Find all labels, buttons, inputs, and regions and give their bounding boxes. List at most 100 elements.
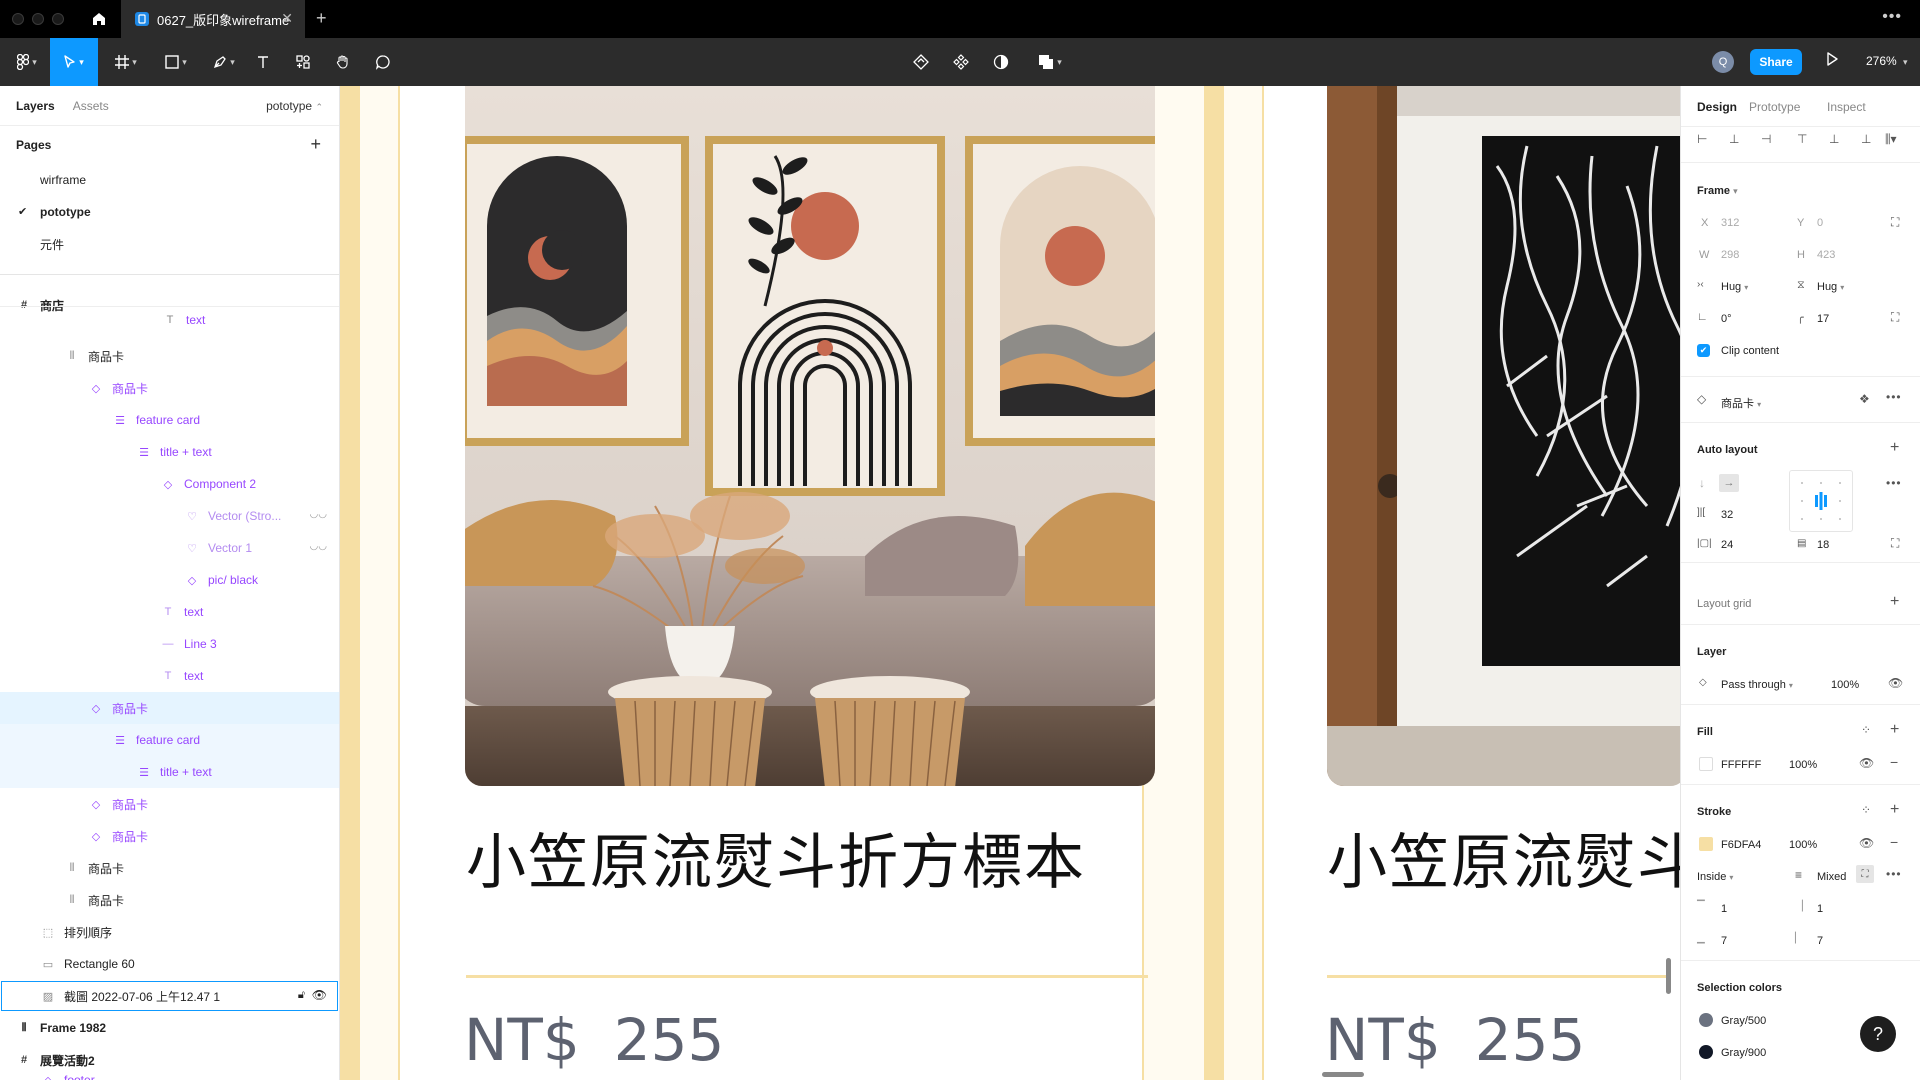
item-spacing-input[interactable]: 32 [1721, 509, 1733, 521]
x-input[interactable]: 312 [1721, 217, 1739, 229]
layer-row[interactable]: ⦀ 商品卡 [0, 852, 339, 884]
layer-row[interactable]: ☰ feature card [0, 404, 339, 436]
more-options-icon[interactable]: ••• [1886, 390, 1902, 404]
product-title[interactable]: 小笠原流熨斗折方標本 [466, 814, 1086, 901]
shape-tool-button[interactable]: ▾ [156, 38, 196, 86]
layer-row[interactable]: ◇ 商品卡 [0, 820, 339, 852]
align-horizontal-center-icon[interactable]: ⊥ [1729, 132, 1739, 146]
eye-icon[interactable]: 👁︎ [312, 988, 327, 1002]
comment-tool-button[interactable] [370, 38, 396, 86]
layer-row[interactable]: ⦀ Frame 1982 [0, 1012, 339, 1044]
zoom-dropdown[interactable]: 276% ▾ [1866, 54, 1908, 68]
help-button[interactable]: ? [1860, 1016, 1896, 1052]
layer-row[interactable]: ☰ feature card [0, 724, 339, 756]
close-window-button[interactable] [12, 13, 24, 25]
product-title[interactable]: 小笠原流熨斗 [1327, 814, 1680, 901]
align-top-icon[interactable]: ⊤ [1797, 132, 1807, 146]
share-button[interactable]: Share [1750, 49, 1802, 75]
individual-strokes-icon[interactable]: ⛶ [1856, 865, 1874, 883]
stroke-bottom-input[interactable]: 7 [1721, 935, 1727, 947]
stroke-hex-input[interactable]: F6DFA4 [1721, 839, 1761, 851]
horizontal-scrollbar[interactable] [1322, 1072, 1364, 1077]
remove-fill-icon[interactable]: − [1890, 754, 1898, 770]
stroke-position-dropdown[interactable]: Inside ▾ [1697, 871, 1733, 883]
layer-row[interactable]: ♡ Vector (Stro... ◡◡ [0, 500, 339, 532]
add-page-icon[interactable]: + [310, 134, 321, 155]
component-dropdown[interactable]: 商品卡 ▾ [1721, 395, 1761, 411]
remove-stroke-icon[interactable]: − [1890, 834, 1898, 850]
eye-icon[interactable]: 👁︎ [1888, 676, 1903, 690]
tab-inspect[interactable]: Inspect [1827, 100, 1866, 114]
selection-color-swatch[interactable] [1699, 1013, 1713, 1027]
resources-tool-button[interactable] [290, 38, 316, 86]
align-bottom-icon[interactable]: ⊥ [1861, 132, 1871, 146]
layer-row-hovered[interactable]: ▨ 截圖 2022-07-06 上午12.47 1 🔓︎ 👁︎ [0, 980, 339, 1012]
product-price[interactable]: NT$ 255 [1325, 1006, 1585, 1074]
selection-color-name[interactable]: Gray/500 [1721, 1015, 1766, 1027]
auto-layout-more-icon[interactable]: ••• [1886, 476, 1902, 490]
text-tool-button[interactable] [250, 38, 276, 86]
move-tool-button[interactable]: ▾ [50, 38, 98, 86]
create-component-button[interactable] [948, 38, 974, 86]
add-fill-icon[interactable]: + [1890, 721, 1899, 739]
align-right-icon[interactable]: ⊣ [1761, 132, 1771, 146]
present-play-icon[interactable] [1826, 52, 1838, 69]
align-vertical-center-icon[interactable]: ⊥ [1829, 132, 1839, 146]
layer-row[interactable]: ◇ Component 2 [0, 468, 339, 500]
width-hug-dropdown[interactable]: Hug ▾ [1721, 281, 1748, 293]
rotation-input[interactable]: 0° [1721, 313, 1732, 325]
layer-row[interactable]: ◇ 商品卡 [0, 372, 339, 404]
new-tab-icon[interactable]: + [316, 8, 327, 29]
layer-row[interactable]: ◇ footer [0, 1070, 339, 1080]
selection-color-name[interactable]: Gray/900 [1721, 1047, 1766, 1059]
tab-design[interactable]: Design [1697, 100, 1737, 114]
stroke-more-icon[interactable]: ••• [1886, 867, 1902, 881]
maximize-window-button[interactable] [52, 13, 64, 25]
layer-row-selected[interactable]: ◇ 商品卡 [0, 692, 339, 724]
file-tab[interactable]: 0627_版印象wireframe ✕ [121, 0, 305, 38]
distribute-icon[interactable]: ⫼▾ [1885, 132, 1897, 147]
boolean-groups-button[interactable]: ▾ [1030, 38, 1070, 86]
h-input[interactable]: 423 [1817, 249, 1835, 261]
hidden-eye-icon[interactable]: ◡◡ [310, 509, 327, 520]
layer-row[interactable]: T text [0, 596, 339, 628]
eye-icon[interactable]: 👁︎ [1859, 836, 1874, 850]
layer-row[interactable]: ⦀ 商品卡 [0, 884, 339, 916]
product-price[interactable]: NT$ 255 [464, 1006, 724, 1074]
horizontal-padding-input[interactable]: 24 [1721, 539, 1733, 551]
clip-content-checkbox[interactable]: ✔ [1697, 344, 1710, 357]
mask-button[interactable] [988, 38, 1014, 86]
layer-row[interactable]: ▭ Rectangle 60 [0, 948, 339, 980]
vertical-scrollbar[interactable] [1666, 958, 1671, 994]
layer-row[interactable]: ◇ 商品卡 [0, 788, 339, 820]
add-stroke-icon[interactable]: + [1890, 801, 1899, 819]
independent-corners-icon[interactable]: ⛶ [1891, 310, 1899, 325]
tab-prototype[interactable]: Prototype [1749, 100, 1800, 114]
tab-layers[interactable]: Layers [16, 99, 55, 113]
frame-tool-button[interactable]: ▾ [106, 38, 146, 86]
page-item-components[interactable]: 元件 [0, 228, 339, 260]
main-menu-button[interactable]: ▾ [10, 38, 44, 86]
stroke-color-swatch[interactable] [1699, 837, 1713, 851]
layer-row[interactable]: ⬚ 排列順序 [0, 916, 339, 948]
add-layout-grid-icon[interactable]: + [1890, 593, 1899, 611]
close-tab-icon[interactable]: ✕ [281, 10, 293, 27]
stroke-top-input[interactable]: 1 [1721, 903, 1727, 915]
blend-mode-dropdown[interactable]: Pass through ▾ [1721, 679, 1793, 691]
direction-horizontal-icon[interactable]: → [1719, 474, 1739, 492]
design-canvas[interactable]: 小笠原流熨斗折方標本 小笠原流熨斗 NT$ 255 NT$ 255 [340, 86, 1680, 1080]
corner-radius-input[interactable]: 17 [1817, 313, 1829, 325]
layer-row[interactable]: — Line 3 [0, 628, 339, 660]
add-auto-layout-icon[interactable]: + [1890, 439, 1899, 457]
layer-row[interactable]: ◇ pic/ black [0, 564, 339, 596]
edit-object-button[interactable] [908, 38, 934, 86]
user-avatar[interactable]: Q [1712, 51, 1734, 73]
vertical-padding-input[interactable]: 18 [1817, 539, 1829, 551]
fill-hex-input[interactable]: FFFFFF [1721, 759, 1761, 771]
layer-row[interactable]: ♡ Vector 1 ◡◡ [0, 532, 339, 564]
style-grid-icon[interactable]: ⁘ [1861, 723, 1871, 737]
stroke-opacity-input[interactable]: 100% [1789, 839, 1817, 851]
layer-row[interactable]: ☰ title + text [0, 756, 339, 788]
style-grid-icon[interactable]: ⁘ [1861, 803, 1871, 817]
stroke-right-input[interactable]: 1 [1817, 903, 1823, 915]
